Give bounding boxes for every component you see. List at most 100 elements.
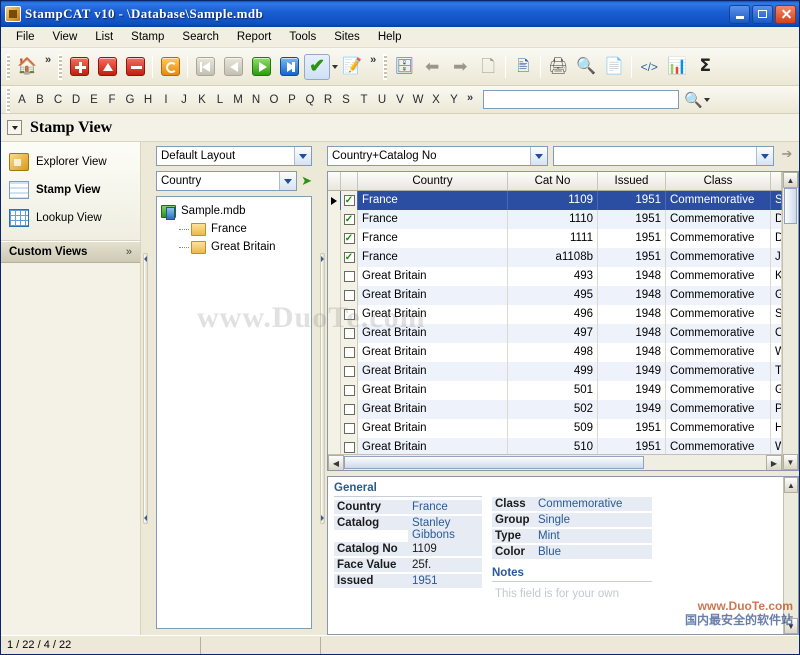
home-icon[interactable]: 🏠 <box>14 54 40 80</box>
sum-icon[interactable]: Σ <box>692 54 718 80</box>
custom-views-header[interactable]: Custom Views » <box>1 241 140 263</box>
row-checkbox[interactable]: ✓ <box>341 229 358 248</box>
chevron-down-icon[interactable] <box>756 147 773 165</box>
menu-tools[interactable]: Tools <box>280 29 325 45</box>
move-up-icon[interactable] <box>94 54 120 80</box>
table-row[interactable]: ✓France11101951CommemorativeDe La Salle <box>328 210 782 229</box>
alpha-p[interactable]: P <box>283 94 301 106</box>
table-row[interactable]: Great Britain4971948CommemorativeOlympic… <box>328 324 782 343</box>
scroll-down-icon[interactable]: ▼ <box>783 454 798 470</box>
sidebar-item-lookup-view[interactable]: Lookup View <box>1 204 140 232</box>
previous-record-icon[interactable] <box>220 54 246 80</box>
table-row[interactable]: Great Britain4931948CommemorativeKing Ge… <box>328 267 782 286</box>
stamp-icon[interactable]: 🗄 <box>391 54 417 80</box>
alpha-x[interactable]: X <box>427 94 445 106</box>
menu-list[interactable]: List <box>86 29 122 45</box>
tree-node-france[interactable]: France <box>161 220 307 238</box>
sort-combo[interactable]: Country+Catalog No <box>327 146 548 166</box>
menu-file[interactable]: File <box>7 29 44 45</box>
column-header-cat-no[interactable]: Cat No <box>508 172 598 190</box>
print-icon[interactable]: 🖨 <box>545 54 571 80</box>
alpha-c[interactable]: C <box>49 94 67 106</box>
table-row[interactable]: Great Britain4981948CommemorativeWinged … <box>328 343 782 362</box>
hscroll-thumb[interactable] <box>344 456 644 469</box>
row-checkbox[interactable] <box>341 343 358 362</box>
table-row[interactable]: Great Britain4961948CommemorativeSpeed <box>328 305 782 324</box>
row-checkbox[interactable] <box>341 400 358 419</box>
maximize-button[interactable] <box>752 4 773 24</box>
chart-icon[interactable]: 📊 <box>664 54 690 80</box>
detail-field-value[interactable]: Single <box>534 513 652 527</box>
document-icon[interactable]: 🖹 <box>510 54 536 80</box>
database-tree[interactable]: Sample.mdb France Great Britain <box>156 196 312 629</box>
alpha-v[interactable]: V <box>391 94 409 106</box>
row-checkbox[interactable]: ✓ <box>341 191 358 210</box>
alpha-m[interactable]: M <box>229 94 247 106</box>
tree-splitter[interactable] <box>318 142 327 635</box>
alpha-w[interactable]: W <box>409 94 427 106</box>
alpha-q[interactable]: Q <box>301 94 319 106</box>
tree-node-great-britain[interactable]: Great Britain <box>161 238 307 256</box>
table-row[interactable]: Great Britain5011949CommemorativeGoddnes… <box>328 381 782 400</box>
detail-field-value[interactable]: Mint <box>534 529 652 543</box>
menu-report[interactable]: Report <box>228 29 281 45</box>
grid-hscrollbar[interactable]: ◀ ▶ <box>328 454 782 470</box>
delete-icon[interactable] <box>122 54 148 80</box>
print-preview-icon[interactable]: 🔍 <box>573 54 599 80</box>
row-checkbox[interactable] <box>341 419 358 438</box>
table-row[interactable]: ✓France11111951CommemorativeDe La Salle <box>328 229 782 248</box>
forward-icon[interactable]: ➡ <box>447 54 473 80</box>
search-input[interactable] <box>483 90 680 109</box>
alpha-j[interactable]: J <box>175 94 193 106</box>
close-button[interactable] <box>775 4 796 24</box>
alpha-d[interactable]: D <box>67 94 85 106</box>
chevron-down-icon[interactable] <box>294 147 311 165</box>
first-record-icon[interactable] <box>192 54 218 80</box>
minimize-button[interactable] <box>729 4 750 24</box>
detail-field-value[interactable]: Stanley Gibbons <box>408 516 482 542</box>
row-checkbox[interactable] <box>341 305 358 324</box>
column-header-name[interactable] <box>771 172 782 190</box>
chevron-down-icon[interactable] <box>530 147 547 165</box>
view-collapse-button[interactable] <box>7 120 22 135</box>
alpha-f[interactable]: F <box>103 94 121 106</box>
alpha-r[interactable]: R <box>319 94 337 106</box>
toolbar-grip-3[interactable] <box>383 53 388 80</box>
row-checkbox[interactable] <box>341 267 358 286</box>
alpha-y[interactable]: Y <box>445 94 463 106</box>
table-row[interactable]: ✓Francea1108b1951CommemorativeJ. Ferry <box>328 248 782 267</box>
alpha-h[interactable]: H <box>139 94 157 106</box>
last-record-icon[interactable] <box>276 54 302 80</box>
alpha-i[interactable]: I <box>157 94 175 106</box>
export-icon[interactable]: 📄 <box>601 54 627 80</box>
detail-vscrollbar[interactable]: ▲ ▼ <box>783 477 798 634</box>
search-dropdown-icon[interactable] <box>703 97 710 102</box>
html-icon[interactable]: </> <box>636 54 662 80</box>
chevron-down-icon[interactable] <box>279 172 297 190</box>
menu-stamp[interactable]: Stamp <box>122 29 173 45</box>
toolbar-overflow-1[interactable]: » <box>45 48 51 66</box>
table-row[interactable]: Great Britain4951948CommemorativeGlobe a… <box>328 286 782 305</box>
detail-field-value[interactable]: 1951 <box>408 574 482 588</box>
vscroll-thumb[interactable] <box>784 188 797 224</box>
edit-list-icon[interactable]: 📝 <box>339 54 365 80</box>
apply-group-icon[interactable]: ➤ <box>301 173 312 189</box>
scroll-down-icon[interactable]: ▼ <box>784 618 798 634</box>
column-header-country[interactable]: Country <box>358 172 508 190</box>
table-row[interactable]: Great Britain5021949CommemorativePosthor… <box>328 400 782 419</box>
alphabar-overflow[interactable]: » <box>467 86 473 104</box>
menu-search[interactable]: Search <box>173 29 227 45</box>
scroll-right-icon[interactable]: ▶ <box>766 455 782 470</box>
add-icon[interactable] <box>66 54 92 80</box>
refresh-icon[interactable] <box>157 54 183 80</box>
alpha-o[interactable]: O <box>265 94 283 106</box>
row-checkbox[interactable] <box>341 438 358 454</box>
row-checkbox[interactable]: ✓ <box>341 210 358 229</box>
alpha-u[interactable]: U <box>373 94 391 106</box>
alphabar-grip[interactable] <box>6 86 10 113</box>
toolbar-grip-2[interactable] <box>58 53 63 80</box>
scroll-up-icon[interactable]: ▲ <box>783 172 798 188</box>
filter-combo[interactable] <box>553 146 774 166</box>
row-checkbox[interactable] <box>341 324 358 343</box>
row-checkbox[interactable] <box>341 362 358 381</box>
